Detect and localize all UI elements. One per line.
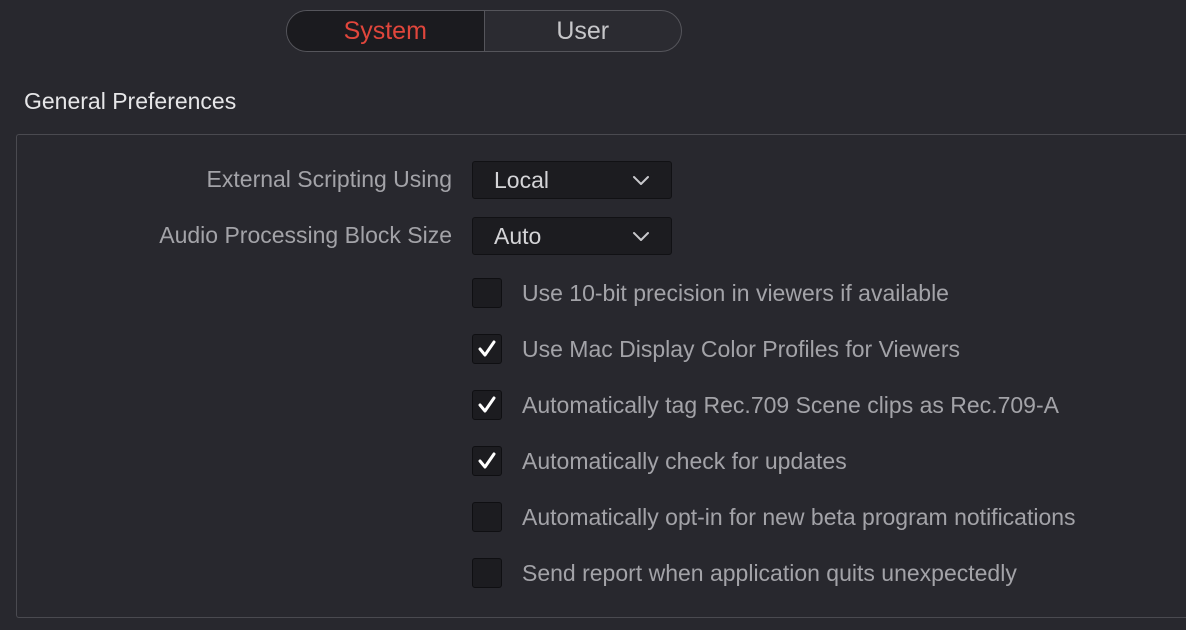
checkbox-label: Use Mac Display Color Profiles for Viewe… bbox=[522, 335, 960, 362]
checkbox-row-10bit-precision: Use 10-bit precision in viewers if avail… bbox=[472, 278, 949, 308]
chevron-down-icon bbox=[633, 232, 649, 241]
checkbox-beta-notifications[interactable] bbox=[472, 502, 502, 532]
checkbox-label: Use 10-bit precision in viewers if avail… bbox=[522, 279, 949, 306]
checkbox-row-check-updates: Automatically check for updates bbox=[472, 446, 847, 476]
checkbox-row-beta-notifications: Automatically opt-in for new beta progra… bbox=[472, 502, 1076, 532]
external-scripting-label: External Scripting Using bbox=[206, 166, 452, 192]
system-user-toggle: System User bbox=[286, 10, 682, 52]
checkbox-row-mac-color-profiles: Use Mac Display Color Profiles for Viewe… bbox=[472, 334, 960, 364]
section-title: General Preferences bbox=[24, 88, 237, 114]
checkbox-row-send-report: Send report when application quits unexp… bbox=[472, 558, 1017, 588]
checkbox-send-report[interactable] bbox=[472, 558, 502, 588]
audio-block-size-dropdown[interactable]: Auto bbox=[472, 217, 672, 255]
preferences-window: System User General Preferences External… bbox=[0, 0, 1186, 630]
tab-system[interactable]: System bbox=[287, 11, 484, 51]
audio-block-size-label: Audio Processing Block Size bbox=[159, 222, 452, 248]
checkmark-icon bbox=[478, 396, 496, 413]
checkbox-label: Automatically opt-in for new beta progra… bbox=[522, 503, 1076, 530]
tab-user[interactable]: User bbox=[485, 11, 682, 51]
checkbox-10bit-precision[interactable] bbox=[472, 278, 502, 308]
checkbox-row-tag-rec709: Automatically tag Rec.709 Scene clips as… bbox=[472, 390, 1059, 420]
checkbox-mac-color-profiles[interactable] bbox=[472, 334, 502, 364]
checkmark-icon bbox=[478, 340, 496, 357]
checkbox-label: Automatically tag Rec.709 Scene clips as… bbox=[522, 391, 1059, 418]
audio-block-size-value: Auto bbox=[494, 222, 542, 249]
checkbox-label: Automatically check for updates bbox=[522, 447, 847, 474]
external-scripting-value: Local bbox=[494, 166, 549, 193]
general-preferences-panel bbox=[16, 134, 1186, 618]
checkbox-check-updates[interactable] bbox=[472, 446, 502, 476]
external-scripting-dropdown[interactable]: Local bbox=[472, 161, 672, 199]
checkmark-icon bbox=[478, 452, 496, 469]
chevron-down-icon bbox=[633, 176, 649, 185]
checkbox-label: Send report when application quits unexp… bbox=[522, 559, 1017, 586]
checkbox-tag-rec709[interactable] bbox=[472, 390, 502, 420]
